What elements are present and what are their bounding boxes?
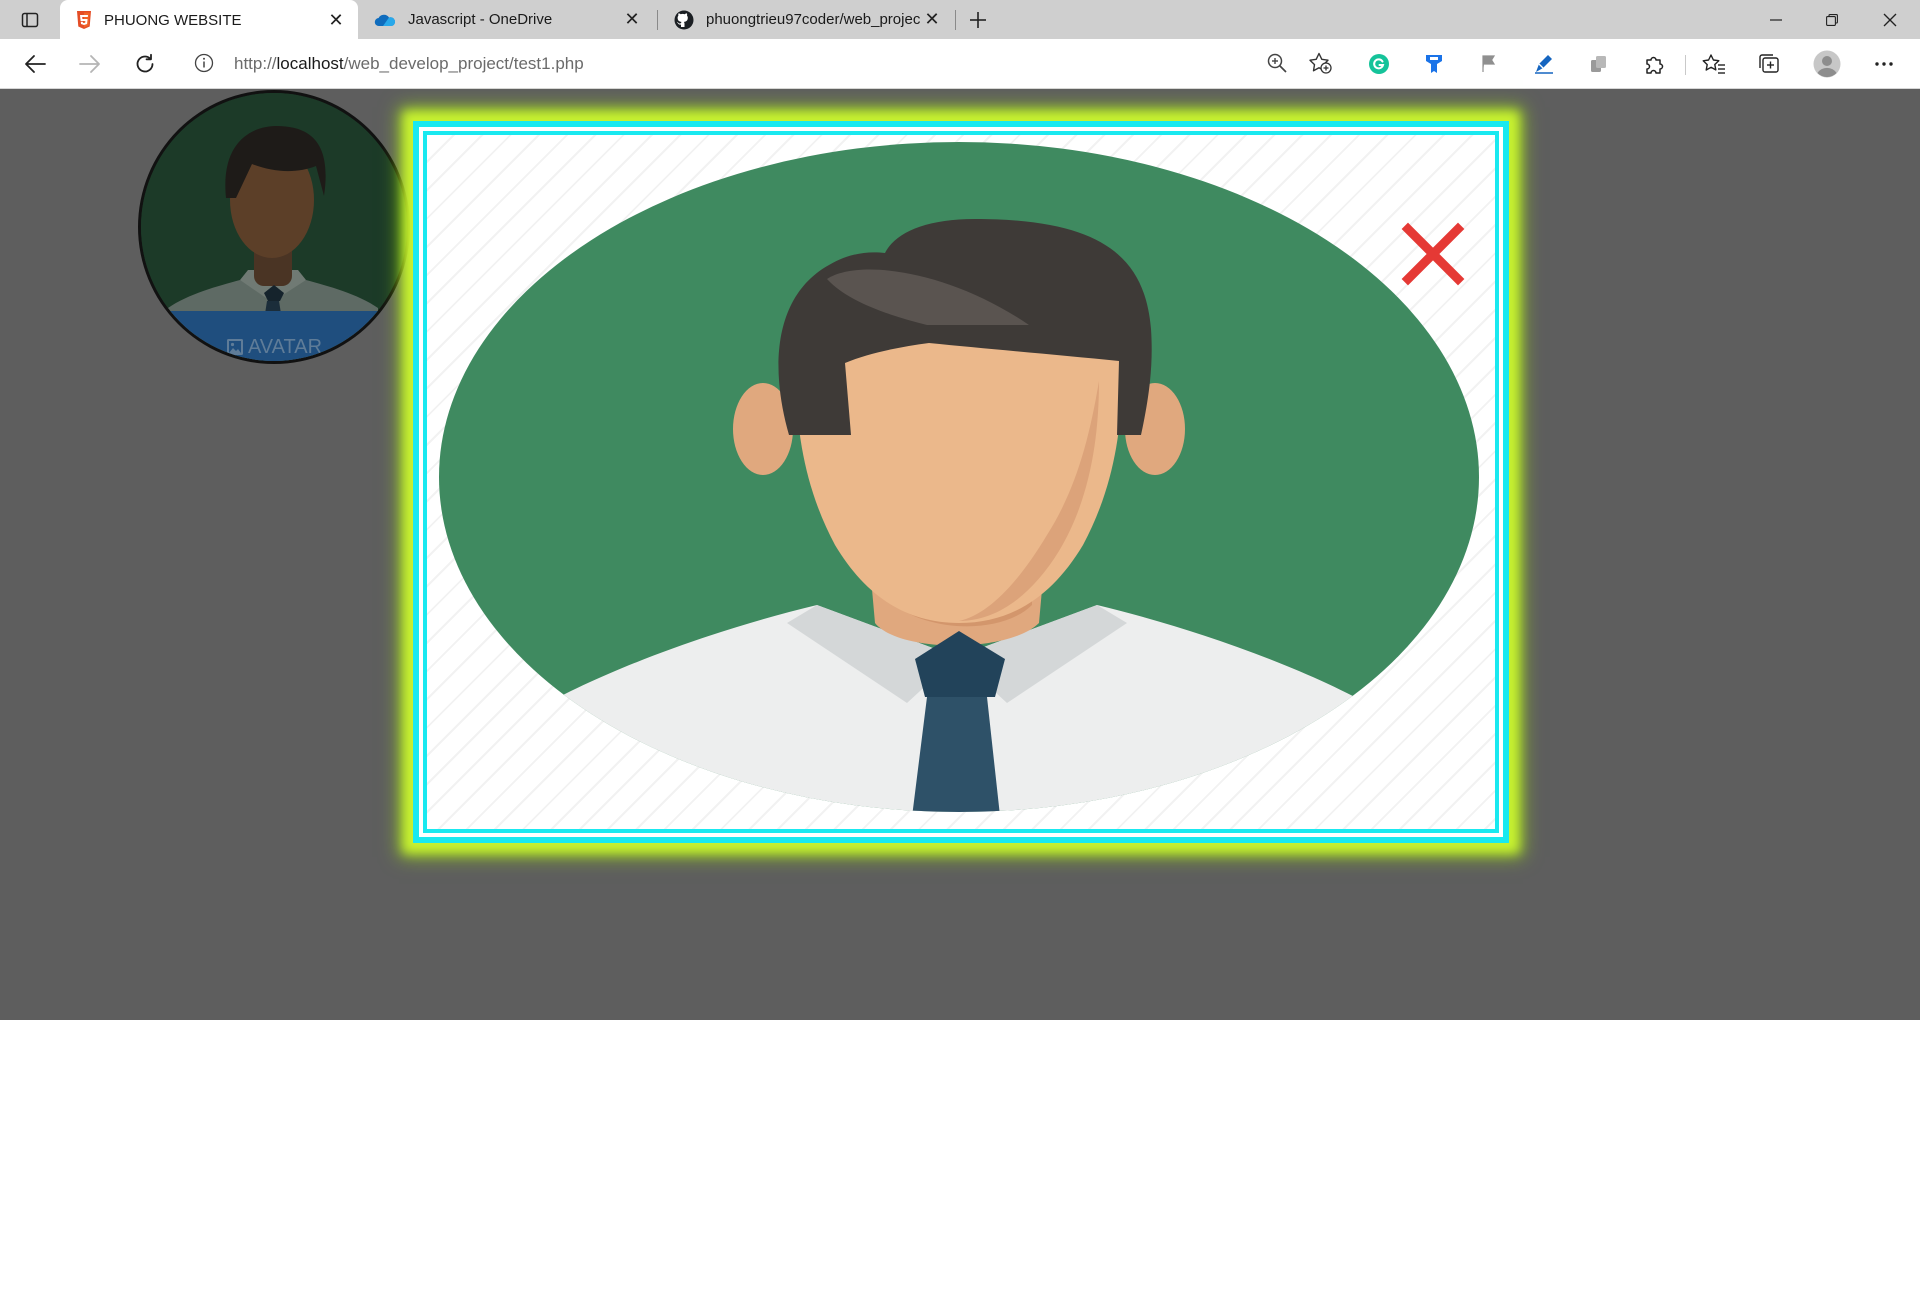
tab-onedrive[interactable]: Javascript - OneDrive ✕: [358, 0, 654, 39]
settings-more-button[interactable]: [1867, 47, 1901, 81]
tab-actions-icon: [21, 12, 39, 27]
url-path: /web_develop_project/test1.php: [343, 54, 584, 73]
more-icon: [1875, 62, 1893, 66]
image-modal: [413, 121, 1509, 843]
back-button[interactable]: [18, 47, 52, 81]
avatar-upload-bar[interactable]: AVATAR: [141, 311, 407, 361]
onedrive-icon: [374, 14, 396, 26]
collections-icon: [1759, 54, 1779, 73]
add-favorite-icon[interactable]: [1308, 52, 1332, 74]
extension-button-copy[interactable]: [1582, 47, 1616, 81]
github-icon: [674, 10, 694, 29]
extension-button-pen[interactable]: [1527, 47, 1561, 81]
image-icon: [226, 339, 243, 355]
tab-actions-button[interactable]: [0, 0, 60, 39]
modal-image-frame: [423, 131, 1499, 833]
minimize-icon: [1770, 18, 1782, 21]
tab-phuong-website[interactable]: PHUONG WEBSITE ✕: [60, 0, 358, 40]
arrow-right-icon: [79, 55, 100, 73]
grammarly-icon: [1369, 54, 1389, 74]
badge-icon: [1426, 55, 1442, 73]
puzzle-icon: [1646, 56, 1664, 74]
flag-icon: [1482, 55, 1496, 72]
copy-icon: [1591, 56, 1606, 72]
tab-github[interactable]: phuongtrieu97coder/web_projec ✕: [658, 0, 954, 39]
close-tab-icon[interactable]: ✕: [922, 9, 942, 30]
avatar-label: AVATAR: [247, 335, 323, 358]
close-icon[interactable]: [1401, 222, 1465, 286]
arrow-left-icon: [25, 55, 46, 73]
refresh-icon: [136, 53, 154, 73]
extension-button-blue[interactable]: [1417, 47, 1451, 81]
address-bar[interactable]: http://localhost/web_develop_project/tes…: [180, 44, 1344, 82]
close-modal-button[interactable]: [1403, 224, 1463, 284]
toolbar-separator: [1685, 55, 1686, 75]
restore-button[interactable]: [1804, 0, 1860, 39]
refresh-button[interactable]: [128, 47, 162, 81]
tab-title: Javascript - OneDrive: [408, 11, 553, 28]
close-icon: [1883, 13, 1897, 26]
favorites-button[interactable]: [1697, 47, 1731, 81]
browser-toolbar: http://localhost/web_develop_project/tes…: [0, 39, 1920, 89]
url-prefix: http://: [234, 54, 277, 73]
profile-button[interactable]: [1810, 47, 1844, 81]
page-overlay[interactable]: AVATAR: [0, 89, 1920, 1020]
url-text[interactable]: http://localhost/web_develop_project/tes…: [234, 54, 584, 74]
new-tab-button[interactable]: [962, 4, 994, 36]
tab-title: PHUONG WEBSITE: [104, 11, 242, 29]
close-tab-icon[interactable]: ✕: [622, 9, 642, 30]
avatar-upload-button[interactable]: AVATAR: [226, 323, 323, 361]
html5-icon: [77, 11, 91, 29]
extensions-button[interactable]: [1637, 47, 1671, 81]
zoom-icon[interactable]: [1266, 52, 1288, 74]
avatar[interactable]: AVATAR: [138, 90, 410, 364]
minimize-button[interactable]: [1748, 0, 1804, 39]
close-tab-icon[interactable]: ✕: [326, 10, 346, 30]
restore-icon: [1826, 13, 1838, 26]
tab-title: phuongtrieu97coder/web_projec: [706, 11, 921, 28]
close-window-button[interactable]: [1862, 0, 1918, 39]
url-host: localhost: [276, 54, 344, 73]
extension-button-flag[interactable]: [1472, 47, 1506, 81]
pen-icon: [1535, 55, 1553, 74]
plus-icon: [970, 12, 986, 28]
grammarly-extension-button[interactable]: [1362, 47, 1396, 81]
profile-avatar-icon: [1813, 50, 1841, 78]
collections-button[interactable]: [1752, 47, 1786, 81]
tab-separator: [955, 10, 956, 30]
favorites-icon: [1702, 54, 1725, 74]
info-icon[interactable]: [194, 53, 214, 73]
tab-bar: PHUONG WEBSITE ✕ Javascript - OneDrive ✕…: [0, 0, 1920, 40]
forward-button[interactable]: [73, 47, 107, 81]
male-avatar-illustration: [439, 142, 1479, 812]
